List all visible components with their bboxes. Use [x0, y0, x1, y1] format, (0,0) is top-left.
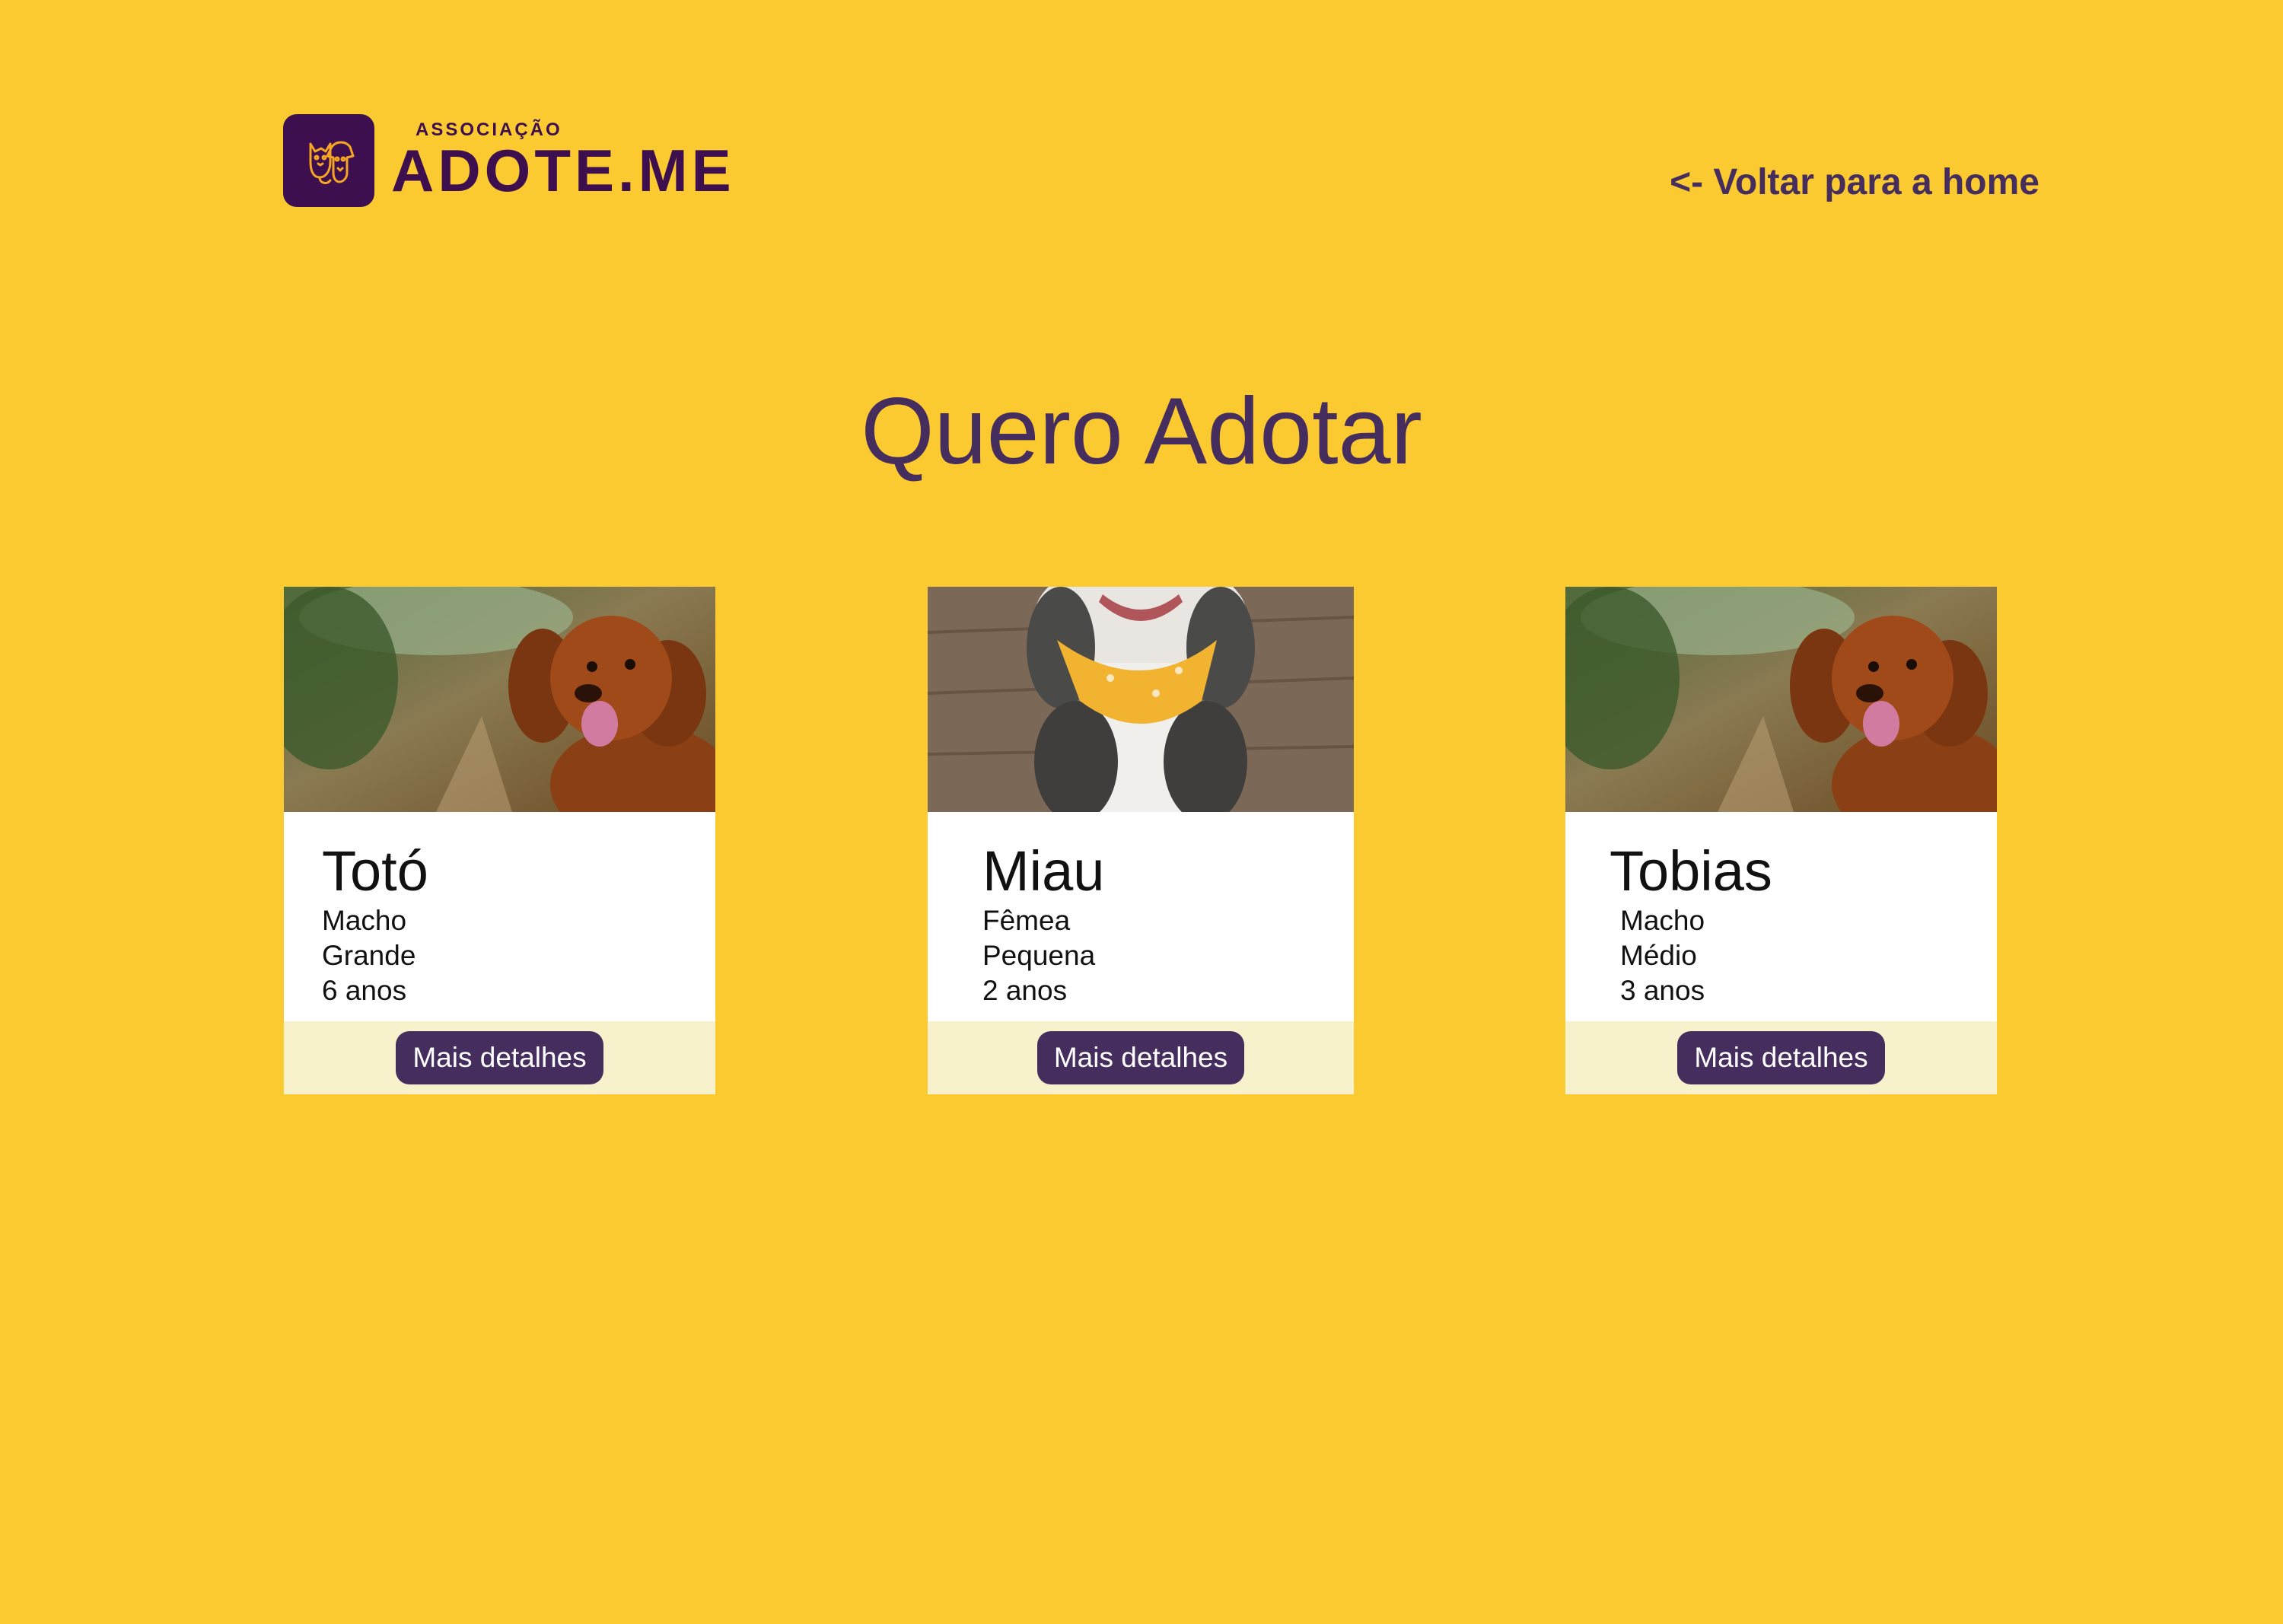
more-details-button[interactable]: Mais detalhes — [1036, 1031, 1245, 1084]
pet-card: Totó Macho Grande 6 anos Mais detalhes — [284, 587, 715, 1094]
pet-sex: Fêmea — [982, 905, 1071, 936]
pet-name: Miau — [982, 839, 1105, 903]
card-footer: Mais detalhes — [1565, 1021, 1997, 1094]
pet-size: Médio — [1620, 940, 1697, 971]
pet-sex: Macho — [1620, 905, 1705, 936]
pet-name: Tobias — [1610, 839, 1772, 903]
pet-sex: Macho — [322, 905, 407, 936]
logo-text: ASSOCIAÇÃO ADOTE.ME — [391, 120, 735, 204]
pet-size: Pequena — [982, 940, 1096, 971]
logo-mark-icon — [283, 114, 374, 207]
card-footer: Mais detalhes — [928, 1021, 1354, 1094]
pet-age: 6 anos — [322, 975, 407, 1006]
pet-info: Miau Fêmea Pequena 2 anos — [928, 812, 1354, 1006]
more-details-button[interactable]: Mais detalhes — [396, 1031, 603, 1084]
more-details-button[interactable]: Mais detalhes — [1677, 1031, 1885, 1084]
pet-age: 2 anos — [982, 975, 1068, 1006]
pet-name: Totó — [322, 839, 428, 903]
page-title: Quero Adotar — [861, 379, 1422, 484]
pet-size: Grande — [322, 940, 416, 971]
pet-info: Tobias Macho Médio 3 anos — [1565, 812, 1997, 1006]
card-footer: Mais detalhes — [284, 1021, 715, 1094]
cat-photo — [928, 587, 1354, 812]
pet-info: Totó Macho Grande 6 anos — [284, 812, 715, 1006]
dog-photo — [284, 587, 715, 812]
logo-title: ADOTE.ME — [391, 137, 735, 204]
pet-age: 3 anos — [1620, 975, 1705, 1006]
pet-card: Miau Fêmea Pequena 2 anos Mais detalhes — [928, 587, 1354, 1094]
dog-photo — [1565, 587, 1997, 812]
pet-card: Tobias Macho Médio 3 anos Mais detalhes — [1565, 587, 1997, 1094]
brand-logo[interactable]: ASSOCIAÇÃO ADOTE.ME — [283, 113, 740, 208]
back-to-home-link[interactable]: <- Voltar para a home — [1670, 160, 2039, 205]
